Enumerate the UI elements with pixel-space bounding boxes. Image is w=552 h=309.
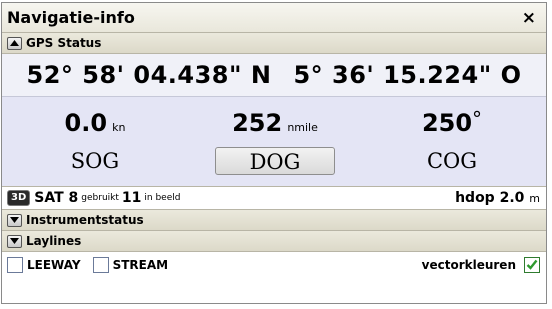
leeway-label[interactable]: LEEWAY [27, 258, 81, 272]
instrument-status-title: Instrumentstatus [26, 213, 144, 227]
laylines-header[interactable]: Laylines [2, 231, 546, 252]
vector-colors-checkbox[interactable] [524, 256, 540, 273]
expand-icon[interactable] [7, 234, 22, 248]
panel-title: Navigatie-info [7, 8, 135, 27]
cog-unit: ° [472, 107, 483, 131]
sat-used-label: gebruikt [81, 193, 119, 203]
sog-label: SOG [70, 149, 120, 173]
sat-prefix: SAT [34, 190, 64, 206]
leeway-checkbox[interactable] [7, 256, 23, 273]
sat-in-view-count: 11 [121, 190, 142, 206]
satellite-status-row: 3D SAT 8 gebruikt 11 in beeld hdop 2.0 m [2, 187, 546, 210]
instrument-status-header[interactable]: Instrumentstatus [2, 210, 546, 231]
longitude-value: 5° 36' 15.224" O [293, 61, 522, 89]
sog-readout: 0.0 kn SOG [20, 97, 170, 175]
checkmark-icon [526, 259, 538, 270]
gps-status-header[interactable]: GPS Status [2, 33, 546, 54]
hdop-value: 2.0 [499, 190, 525, 206]
title-bar[interactable]: Navigatie-info × [2, 3, 546, 33]
gps-status-title: GPS Status [26, 36, 102, 50]
dog-readout: 252 nmile DOG [200, 97, 350, 175]
sog-unit: kn [112, 121, 126, 134]
latitude-value: 52° 58' 04.438" N [26, 61, 272, 89]
laylines-title: Laylines [26, 234, 82, 248]
sat-used-count: 8 [68, 190, 79, 206]
navigation-info-panel: Navigatie-info × GPS Status 52° 58' 04.4… [1, 2, 547, 304]
position-readout: 52° 58' 04.438" N 5° 36' 15.224" O [2, 54, 546, 97]
sat-in-view-label: in beeld [144, 193, 181, 203]
stream-label[interactable]: STREAM [113, 258, 169, 272]
expand-icon[interactable] [7, 213, 22, 227]
hdop-readout: hdop 2.0 m [455, 190, 540, 206]
fix-3d-badge: 3D [7, 190, 31, 206]
cog-readout: 250° COG [377, 97, 527, 175]
sog-value: 0.0 [64, 109, 108, 137]
hdop-unit: m [529, 192, 540, 205]
stream-checkbox[interactable] [92, 256, 109, 273]
dog-button[interactable]: DOG [215, 147, 335, 175]
cog-label: COG [426, 149, 478, 173]
cog-value: 250 [421, 109, 473, 137]
dog-unit: nmile [287, 121, 318, 134]
close-icon[interactable]: × [522, 8, 536, 28]
navigation-readouts: 0.0 kn SOG 252 nmile DOG 250° COG [2, 97, 546, 187]
hdop-label: hdop [455, 190, 495, 206]
options-row: LEEWAY STREAM vectorkleuren [2, 252, 546, 277]
vector-colors-label[interactable]: vectorkleuren [422, 258, 516, 272]
collapse-icon[interactable] [7, 36, 22, 50]
dog-value: 252 [232, 109, 283, 137]
